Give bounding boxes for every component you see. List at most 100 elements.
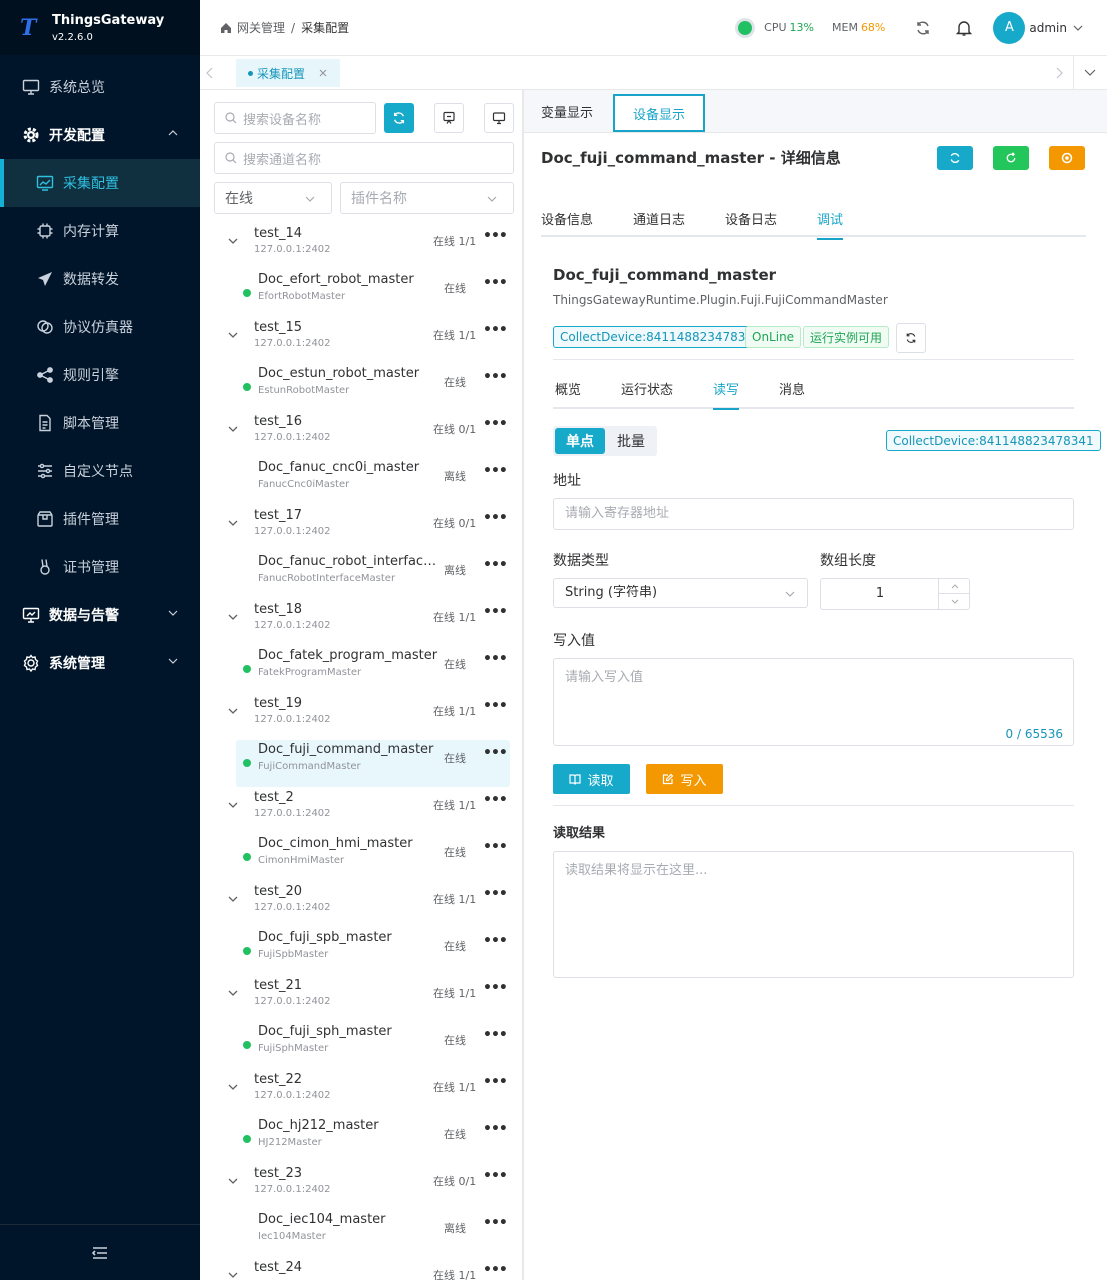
more-icon[interactable]: ••• [483,1027,508,1043]
chevron-down-icon[interactable] [1084,68,1096,78]
channel-row[interactable]: test_19 127.0.0.1:2402 在线 1/1 ••• [200,693,516,740]
arraylen-stepper[interactable]: 1 [820,578,970,610]
tab-collect-config[interactable]: 采集配置 [236,59,340,87]
stop-button[interactable] [1049,146,1085,170]
chevron-down-icon[interactable] [228,707,238,715]
channel-row[interactable]: test_21 127.0.0.1:2402 在线 1/1 ••• [200,975,516,1022]
menu-item-collect-config[interactable]: 采集配置 [0,159,200,207]
presentation-button[interactable] [434,103,464,133]
more-icon[interactable]: ••• [483,322,508,338]
menu-item-script-manage[interactable]: 脚本管理 [0,399,200,447]
chevron-right-icon[interactable] [1055,67,1063,79]
more-icon[interactable]: ••• [483,980,508,996]
increment-button[interactable] [939,579,970,594]
menu-item-memory-compute[interactable]: 内存计算 [0,207,200,255]
device-row[interactable]: Doc_fanuc_cnc0i_master FanucCnc0iMaster 离线… [200,458,516,505]
chevron-down-icon[interactable] [228,1271,238,1279]
more-icon[interactable]: ••• [483,839,508,855]
chevron-down-icon[interactable] [228,1177,238,1185]
menu-item-rule-engine[interactable]: 规则引擎 [0,351,200,399]
menu-group-data-alarm[interactable]: 数据与告警 [0,591,200,639]
channel-row[interactable]: test_24 在线 1/1 ••• [200,1257,516,1280]
tab-debug[interactable]: 调试 [817,209,844,240]
chevron-down-icon[interactable] [228,989,238,997]
tab-channel-log[interactable]: 通道日志 [633,209,685,228]
device-row[interactable]: Doc_fuji_spb_master FujiSpbMaster 在线 ••• [200,928,516,975]
tab-message[interactable]: 消息 [779,379,805,398]
device-row[interactable]: Doc_fuji_sph_master FujiSphMaster 在线 ••• [200,1022,516,1069]
channel-row[interactable]: test_22 127.0.0.1:2402 在线 1/1 ••• [200,1069,516,1116]
decrement-button[interactable] [939,594,970,609]
more-icon[interactable]: ••• [483,557,508,573]
tab-read-write[interactable]: 读写 [713,379,740,410]
chevron-down-icon[interactable] [228,425,238,433]
more-icon[interactable]: ••• [483,933,508,949]
datatype-select[interactable]: String (字符串) [553,578,808,608]
tab-run-status[interactable]: 运行状态 [621,379,673,398]
chevron-down-icon[interactable] [228,519,238,527]
sidebar-collapse-button[interactable] [0,1224,200,1280]
avatar[interactable]: A [993,11,1026,44]
mode-single-button[interactable]: 单点 [555,428,605,454]
device-row[interactable]: Doc_cimon_hmi_master CimonHmiMaster 在线 ••• [200,834,516,881]
menu-item-data-forward[interactable]: 数据转发 [0,255,200,303]
menu-item-custom-node[interactable]: 自定义节点 [0,447,200,495]
device-row[interactable]: Doc_fanuc_robot_interface_m... FanucRobot… [200,552,516,599]
more-icon[interactable]: ••• [483,416,508,432]
write-value-textarea[interactable]: 请输入写入值 0 / 65536 [553,658,1074,746]
refresh-button[interactable] [937,146,973,170]
channel-row[interactable]: test_14 127.0.0.1:2402 在线 1/1 ••• [200,223,516,270]
tab-device-info[interactable]: 设备信息 [541,209,593,228]
chevron-down-icon[interactable] [228,895,238,903]
device-row[interactable]: Doc_efort_robot_master EfortRobotMaster 在线… [200,270,516,317]
channel-row[interactable]: test_23 127.0.0.1:2402 在线 0/1 ••• [200,1163,516,1210]
chevron-down-icon[interactable] [228,613,238,621]
chevron-down-icon[interactable] [228,331,238,339]
tab-device-view[interactable]: 设备显示 [613,94,706,132]
chevron-down-icon[interactable] [228,237,238,245]
plugin-filter-select[interactable]: 插件名称 [340,182,514,214]
read-button[interactable]: 读取 [553,764,630,794]
more-icon[interactable]: ••• [483,651,508,667]
search-device-input[interactable]: 搜索设备名称 [214,102,376,134]
channel-row[interactable]: test_16 127.0.0.1:2402 在线 0/1 ••• [200,411,516,458]
chevron-down-icon[interactable] [228,801,238,809]
menu-group-dev-config[interactable]: 开发配置 [0,111,200,159]
more-icon[interactable]: ••• [483,228,508,244]
device-row[interactable]: Doc_estun_robot_master EstunRobotMaster 在线… [200,364,516,411]
more-icon[interactable]: ••• [483,1074,508,1090]
restart-button[interactable] [993,146,1029,170]
more-icon[interactable]: ••• [483,275,508,291]
chevron-down-icon[interactable] [228,1083,238,1091]
more-icon[interactable]: ••• [483,792,508,808]
refresh-status-button[interactable] [896,323,926,353]
device-row[interactable]: Doc_iec104_master Iec104Master 离线 ••• [200,1210,516,1257]
channel-row[interactable]: test_2 127.0.0.1:2402 在线 1/1 ••• [200,787,516,834]
tab-overview[interactable]: 概览 [555,379,581,398]
chevron-down-icon[interactable] [1073,23,1083,33]
channel-row[interactable]: test_17 127.0.0.1:2402 在线 0/1 ••• [200,505,516,552]
menu-item-overview[interactable]: 系统总览 [0,63,200,111]
monitor-button[interactable] [484,103,514,133]
more-icon[interactable]: ••• [483,604,508,620]
mode-batch-button[interactable]: 批量 [607,428,655,454]
more-icon[interactable]: ••• [483,1168,508,1184]
search-channel-input[interactable]: 搜索通道名称 [214,142,514,174]
address-input[interactable]: 请输入寄存器地址 [553,498,1074,530]
menu-item-plugin-manage[interactable]: 插件管理 [0,495,200,543]
menu-group-system-manage[interactable]: 系统管理 [0,639,200,687]
more-icon[interactable]: ••• [483,745,508,761]
device-row[interactable]: Doc_hj212_master HJ212Master 在线 ••• [200,1116,516,1163]
close-icon[interactable] [319,69,327,77]
username[interactable]: admin [1029,21,1067,35]
device-row[interactable]: Doc_fuji_command_master FujiCommandMaster… [236,740,510,787]
read-result-textarea[interactable]: 读取结果将显示在这里... [553,851,1074,978]
write-button[interactable]: 写入 [646,764,723,794]
more-icon[interactable]: ••• [483,1121,508,1137]
channel-row[interactable]: test_15 127.0.0.1:2402 在线 1/1 ••• [200,317,516,364]
tab-variable-view[interactable]: 变量显示 [541,90,593,133]
refresh-tree-button[interactable] [384,103,414,133]
more-icon[interactable]: ••• [483,886,508,902]
more-icon[interactable]: ••• [483,1262,508,1278]
more-icon[interactable]: ••• [483,698,508,714]
